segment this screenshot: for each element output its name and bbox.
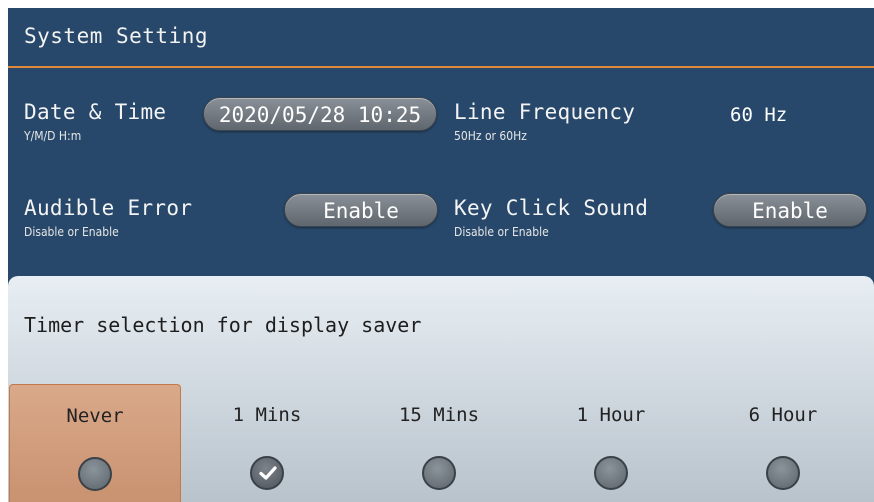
display-saver-title: Timer selection for display saver	[24, 313, 422, 337]
title-bar: System Setting	[8, 8, 874, 68]
checkmark-icon	[259, 466, 277, 480]
radio-unchecked-icon[interactable]	[766, 456, 800, 490]
key-click-sound-hint: Disable or Enable	[454, 225, 549, 239]
key-click-sound-toggle[interactable]: Enable	[713, 193, 867, 227]
saver-option-6-hour[interactable]: 6 Hour	[697, 384, 869, 502]
saver-option-1-hour[interactable]: 1 Hour	[525, 384, 697, 502]
radio-unchecked-icon[interactable]	[422, 456, 456, 490]
saver-option-label: 15 Mins	[398, 404, 480, 426]
radio-checked-icon[interactable]	[250, 456, 284, 490]
saver-option-label: 6 Hour	[748, 404, 818, 426]
date-time-button[interactable]: 2020/05/28 10:25	[203, 97, 437, 131]
system-setting-screen: System Setting Date & Time Y/M/D H:m 202…	[8, 8, 874, 502]
key-click-sound-label: Key Click Sound	[454, 196, 649, 220]
line-frequency-label: Line Frequency	[454, 100, 636, 124]
saver-option-1-min[interactable]: 1 Mins	[181, 384, 353, 502]
line-frequency-value[interactable]: 60 Hz	[730, 104, 787, 126]
audible-error-hint: Disable or Enable	[24, 225, 119, 239]
radio-unchecked-icon[interactable]	[78, 457, 112, 491]
saver-option-15-mins[interactable]: 15 Mins	[353, 384, 525, 502]
date-time-label: Date & Time	[24, 100, 167, 124]
saver-option-never[interactable]: Never	[9, 384, 181, 502]
saver-option-label: 1 Mins	[232, 404, 302, 426]
display-saver-panel: Timer selection for display saver Never …	[8, 276, 874, 502]
radio-unchecked-icon[interactable]	[594, 456, 628, 490]
date-time-hint: Y/M/D H:m	[24, 129, 82, 143]
saver-option-label: 1 Hour	[576, 404, 646, 426]
audible-error-toggle[interactable]: Enable	[284, 193, 438, 227]
line-frequency-hint: 50Hz or 60Hz	[454, 129, 527, 143]
saver-option-label: Never	[66, 405, 124, 427]
page-title: System Setting	[24, 24, 209, 48]
audible-error-label: Audible Error	[24, 196, 193, 220]
